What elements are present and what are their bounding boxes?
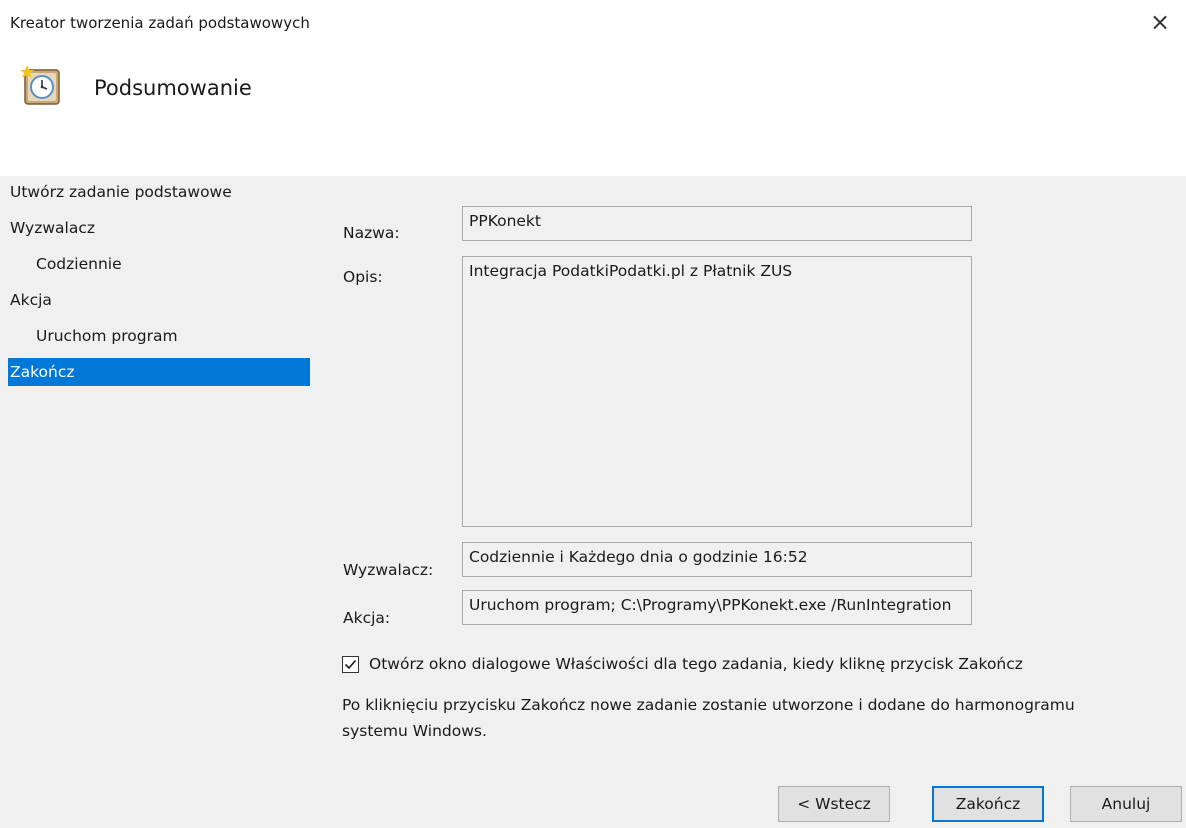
open-properties-option[interactable]: Otwórz okno dialogowe Właściwości dla te… (342, 655, 1023, 673)
nav-item-create-basic-task[interactable]: Utwórz zadanie podstawowe (8, 178, 310, 206)
cancel-button[interactable]: Anuluj (1070, 786, 1182, 822)
trigger-field[interactable]: Codziennie i Każdego dnia o godzinie 16:… (462, 542, 972, 577)
nav-item-finish[interactable]: Zakończ (8, 358, 310, 386)
description-field[interactable]: Integracja PodatkiPodatki.pl z Płatnik Z… (462, 256, 972, 527)
action-field[interactable]: Uruchom program; C:\Programy\PPKonekt.ex… (462, 590, 972, 625)
open-properties-label[interactable]: Otwórz okno dialogowe Właściwości dla te… (369, 655, 1023, 673)
finish-button[interactable]: Zakończ (932, 786, 1044, 822)
nav-item-trigger[interactable]: Wyzwalacz (8, 214, 310, 242)
finish-info-text: Po kliknięciu przycisku Zakończ nowe zad… (342, 696, 1075, 740)
nav-item-action[interactable]: Akcja (8, 286, 310, 314)
wizard-body: Utwórz zadanie podstawowe Wyzwalacz Codz… (0, 176, 1186, 828)
checkmark-icon (344, 659, 357, 669)
nav-item-daily[interactable]: Codziennie (8, 250, 310, 278)
task-wizard-dialog: Kreator tworzenia zadań podstawowych × P… (0, 0, 1186, 828)
close-icon[interactable]: × (1148, 8, 1172, 36)
back-button[interactable]: < Wstecz (778, 786, 890, 822)
trigger-label: Wyzwalacz: (343, 561, 434, 579)
action-label: Akcja: (343, 609, 391, 627)
open-properties-checkbox[interactable] (342, 655, 359, 673)
name-label: Nazwa: (343, 224, 400, 242)
scheduled-task-clock-icon (20, 64, 64, 108)
name-field[interactable]: PPKonekt (462, 206, 972, 241)
window-title: Kreator tworzenia zadań podstawowych (10, 14, 310, 32)
page-title: Podsumowanie (94, 76, 252, 100)
description-label: Opis: (343, 268, 383, 286)
nav-item-start-program[interactable]: Uruchom program (8, 322, 310, 350)
